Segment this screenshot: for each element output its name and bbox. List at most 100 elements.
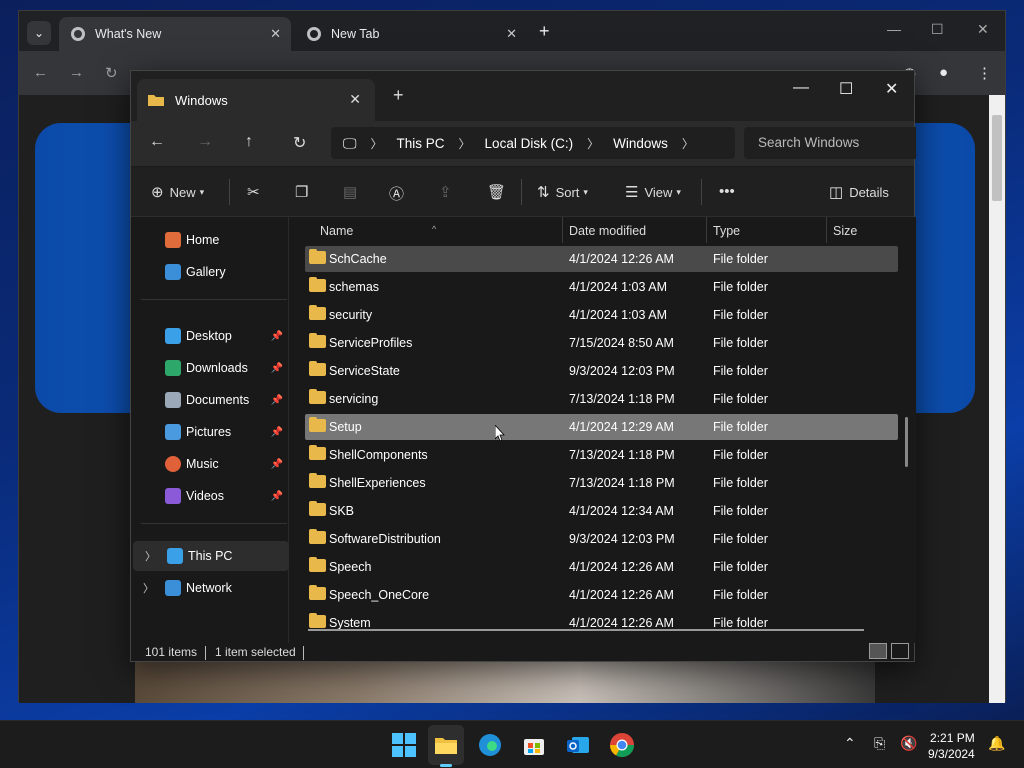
chrome-scrollbar[interactable]: [989, 95, 1005, 703]
start-windows-icon[interactable]: [390, 731, 418, 759]
close-icon[interactable]: ✕: [270, 26, 281, 42]
chevron-right-icon[interactable]: 〉: [143, 580, 154, 596]
table-row[interactable]: ShellComponents 7/13/2024 1:18 PM File f…: [305, 442, 898, 468]
maximize-icon[interactable]: ☐: [839, 79, 853, 99]
network-tray-icon[interactable]: ⎘: [874, 735, 885, 752]
nav-item-downloads[interactable]: Downloads 📌: [131, 353, 287, 383]
vertical-scrollbar[interactable]: [905, 417, 908, 467]
explorer-tab-windows[interactable]: Windows ✕: [137, 79, 375, 121]
table-row[interactable]: ServiceState 9/3/2024 12:03 PM File fold…: [305, 358, 898, 384]
breadcrumb-this-pc[interactable]: This PC: [397, 136, 445, 151]
share-button[interactable]: ⇪: [439, 183, 458, 201]
chevron-right-icon[interactable]: 〉: [145, 548, 156, 564]
volume-muted-icon[interactable]: 🔇: [900, 735, 917, 752]
up-arrow-icon[interactable]: ↑: [245, 133, 253, 151]
pin-icon[interactable]: 📌: [271, 331, 283, 342]
table-row[interactable]: Speech 4/1/2024 12:26 AM File folder: [305, 554, 898, 580]
chevron-right-icon[interactable]: 〉: [682, 135, 694, 152]
new-tab-plus-icon[interactable]: +: [539, 21, 550, 42]
nav-item-network[interactable]: 〉 Network: [131, 573, 287, 603]
nav-item-pictures[interactable]: Pictures 📌: [131, 417, 287, 447]
back-icon[interactable]: ←: [33, 64, 48, 81]
paste-button[interactable]: ▤: [343, 183, 363, 201]
outlook-mail-icon[interactable]: [564, 731, 592, 759]
column-header-date-modified[interactable]: Date modified: [569, 224, 646, 238]
system-clock[interactable]: 2:21 PM 9/3/2024: [928, 730, 975, 762]
nav-item-desktop[interactable]: Desktop 📌: [131, 321, 287, 351]
chrome-tab-new-tab[interactable]: New Tab ✕: [295, 17, 527, 51]
edge-browser-icon[interactable]: [476, 731, 504, 759]
table-row[interactable]: servicing 7/13/2024 1:18 PM File folder: [305, 386, 898, 412]
back-arrow-icon[interactable]: ←: [149, 133, 165, 151]
folder-icon: [309, 613, 326, 628]
new-tab-plus-icon[interactable]: +: [393, 85, 404, 106]
tab-search-chevron-icon[interactable]: ⌄: [27, 21, 51, 45]
nav-item-this-pc[interactable]: 〉 This PC: [133, 541, 289, 571]
sort-button[interactable]: ⇅ Sort ▾: [537, 183, 588, 201]
cut-button[interactable]: ✂: [247, 183, 266, 201]
more-options-button[interactable]: •••: [719, 183, 741, 200]
microsoft-store-icon[interactable]: [520, 731, 548, 759]
table-row[interactable]: SoftwareDistribution 9/3/2024 12:03 PM F…: [305, 526, 898, 552]
notification-bell-icon[interactable]: 🔔: [988, 735, 1005, 752]
horizontal-scrollbar[interactable]: [308, 629, 864, 631]
nav-item-documents[interactable]: Documents 📌: [131, 385, 287, 415]
pin-icon[interactable]: 📌: [271, 427, 283, 438]
minimize-icon[interactable]: —: [887, 21, 901, 37]
maximize-icon[interactable]: ☐: [931, 21, 944, 38]
details-view-toggle-icon[interactable]: [869, 643, 887, 659]
close-window-icon[interactable]: ✕: [977, 21, 989, 38]
nav-divider: [141, 523, 287, 524]
chevron-up-icon[interactable]: ⌃: [844, 735, 856, 752]
details-button[interactable]: ◫ Details: [829, 183, 889, 201]
reload-icon[interactable]: ↻: [105, 64, 118, 82]
close-window-icon[interactable]: ✕: [885, 79, 898, 99]
chrome-browser-icon[interactable]: [608, 731, 636, 759]
taskbar: ⌃ ⎘ 🔇 2:21 PM 9/3/2024 🔔: [0, 720, 1024, 768]
scrollbar-thumb[interactable]: [992, 115, 1002, 201]
profile-icon[interactable]: ●: [939, 64, 948, 81]
breadcrumb-local-disk[interactable]: Local Disk (C:): [485, 136, 574, 151]
nav-item-music[interactable]: Music 📌: [131, 449, 287, 479]
nav-item-home[interactable]: Home: [131, 225, 287, 255]
column-header-size[interactable]: Size: [833, 224, 857, 238]
table-row[interactable]: ServiceProfiles 7/15/2024 8:50 AM File f…: [305, 330, 898, 356]
table-row[interactable]: schemas 4/1/2024 1:03 AM File folder: [305, 274, 898, 300]
column-divider[interactable]: [706, 217, 707, 243]
table-row[interactable]: ShellExperiences 7/13/2024 1:18 PM File …: [305, 470, 898, 496]
nav-item-videos[interactable]: Videos 📌: [131, 481, 287, 511]
file-explorer-icon[interactable]: [432, 731, 460, 759]
column-header-type[interactable]: Type: [713, 224, 740, 238]
copy-button[interactable]: ❐: [295, 183, 314, 201]
close-icon[interactable]: ✕: [506, 26, 517, 42]
rename-button[interactable]: Ⓐ: [389, 183, 410, 204]
column-divider[interactable]: [562, 217, 563, 243]
address-bar[interactable]: 🖵 〉 This PC 〉 Local Disk (C:) 〉 Windows …: [331, 127, 735, 159]
table-row[interactable]: SKB 4/1/2024 12:34 AM File folder: [305, 498, 898, 524]
menu-dots-icon[interactable]: ⋮: [977, 64, 992, 82]
search-input[interactable]: Search Windows: [744, 127, 916, 159]
table-row[interactable]: Speech_OneCore 4/1/2024 12:26 AM File fo…: [305, 582, 898, 608]
view-button[interactable]: ☰ View ▾: [625, 183, 681, 201]
close-icon[interactable]: ✕: [349, 91, 361, 108]
breadcrumb-windows[interactable]: Windows: [613, 136, 668, 151]
tiles-view-toggle-icon[interactable]: [891, 643, 909, 659]
forward-arrow-icon[interactable]: →: [197, 133, 213, 151]
refresh-icon[interactable]: ↻: [293, 133, 306, 153]
delete-button[interactable]: 🗑: [487, 183, 512, 201]
column-header-name[interactable]: Name: [320, 224, 353, 238]
new-button[interactable]: ⊕ New ▾: [151, 183, 204, 201]
pin-icon[interactable]: 📌: [271, 395, 283, 406]
chrome-tab-whats-new[interactable]: What's New ✕: [59, 17, 291, 51]
nav-item-gallery[interactable]: Gallery: [131, 257, 287, 287]
table-row[interactable]: SchCache 4/1/2024 12:26 AM File folder: [305, 246, 898, 272]
pin-icon[interactable]: 📌: [271, 491, 283, 502]
table-row[interactable]: System 4/1/2024 12:26 AM File folder: [305, 610, 898, 636]
forward-icon[interactable]: →: [69, 64, 84, 81]
pin-icon[interactable]: 📌: [271, 363, 283, 374]
pin-icon[interactable]: 📌: [271, 459, 283, 470]
column-divider[interactable]: [826, 217, 827, 243]
table-row[interactable]: security 4/1/2024 1:03 AM File folder: [305, 302, 898, 328]
minimize-icon[interactable]: —: [793, 79, 809, 97]
table-row-selected[interactable]: Setup 4/1/2024 12:29 AM File folder: [305, 414, 898, 440]
